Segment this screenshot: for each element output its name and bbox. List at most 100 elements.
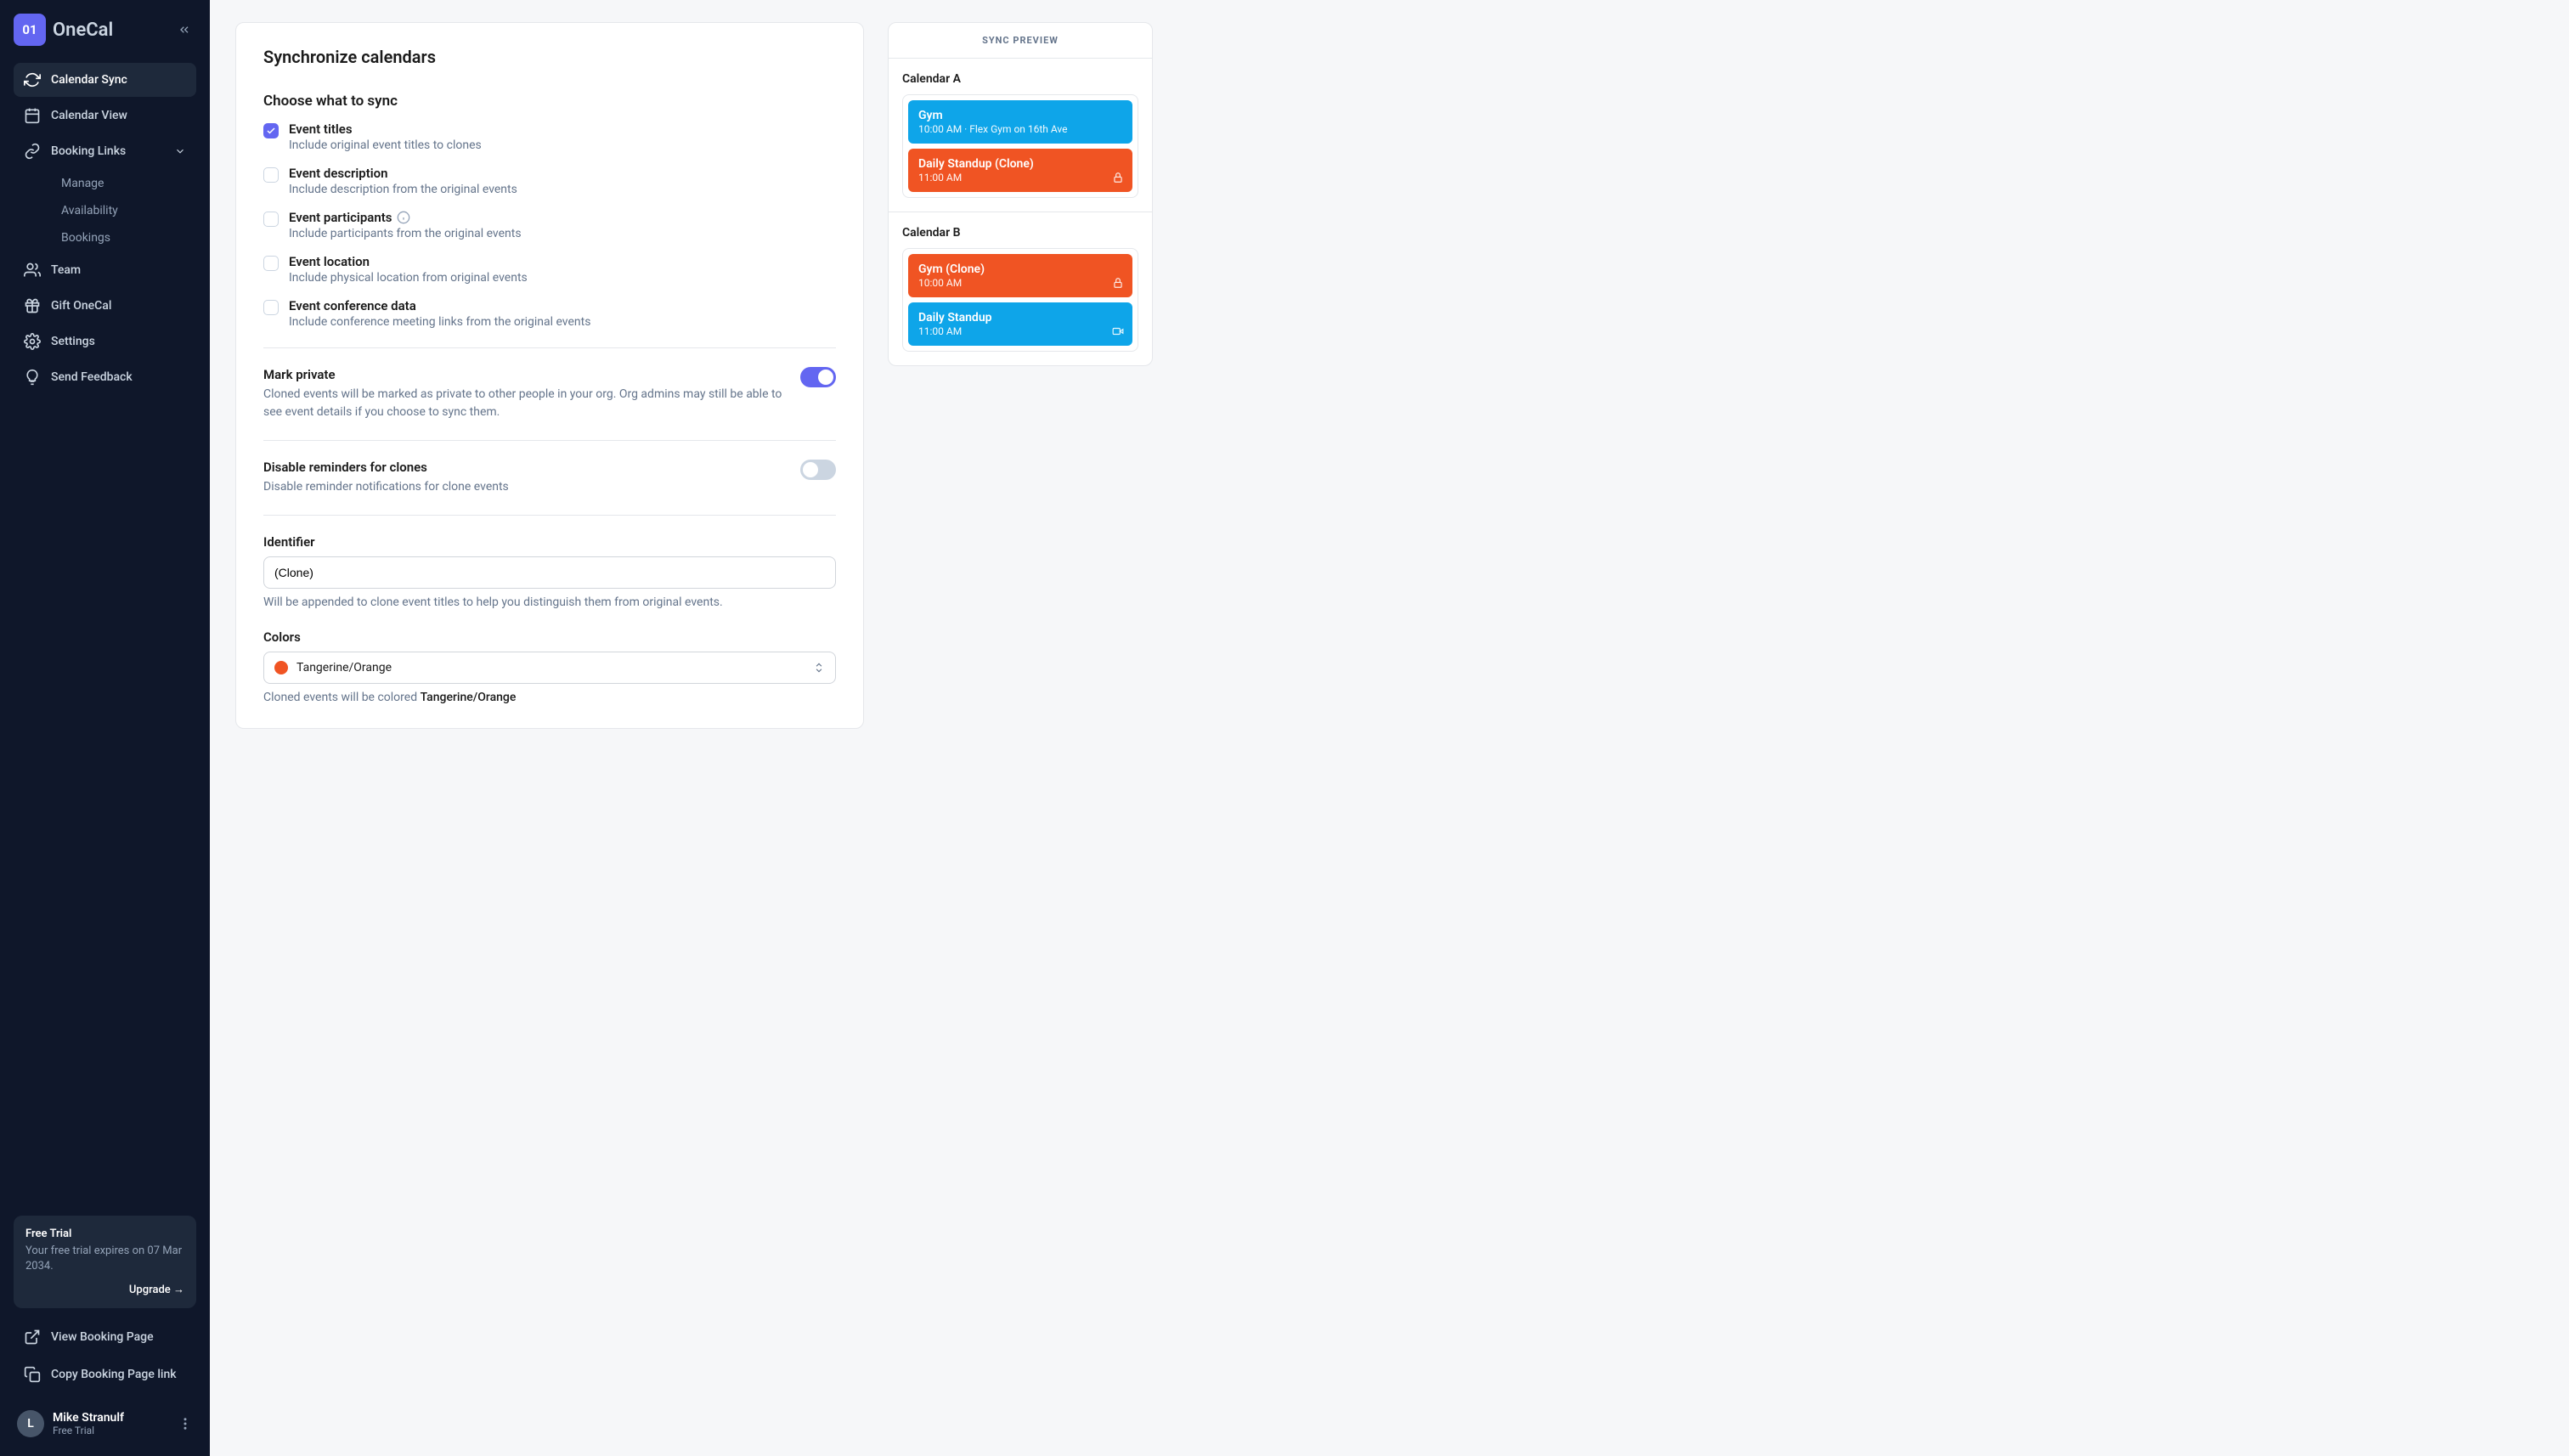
mark-private-row: Mark private Cloned events will be marke…: [263, 367, 836, 421]
trial-title: Free Trial: [25, 1227, 184, 1240]
mark-private-toggle[interactable]: [800, 367, 836, 387]
event-time: 10:00 AM: [918, 277, 1122, 289]
sync-option: Event titlesInclude original event title…: [263, 121, 836, 152]
preview-header: SYNC PREVIEW: [889, 23, 1152, 59]
disable-reminders-label: Disable reminders for clones: [263, 460, 787, 475]
sync-option: Event conference data Include conference …: [263, 298, 836, 329]
sidebar-item-availability[interactable]: Availability: [51, 197, 196, 224]
lock-icon: [1112, 277, 1124, 289]
sync-icon: [24, 71, 41, 88]
chevron-up-down-icon: [813, 662, 825, 674]
option-label: Event location: [289, 254, 528, 269]
view-booking-page-link[interactable]: View Booking Page: [14, 1320, 196, 1354]
sync-option: Event participants Include participants f…: [263, 210, 836, 240]
sidebar-item-booking-links[interactable]: Booking Links: [14, 134, 196, 168]
calendar-icon: [24, 107, 41, 124]
info-icon[interactable]: [397, 211, 410, 224]
sidebar-item-feedback[interactable]: Send Feedback: [14, 360, 196, 394]
divider: [263, 347, 836, 348]
checkbox-event-location[interactable]: [263, 256, 279, 271]
disable-reminders-row: Disable reminders for clones Disable rem…: [263, 460, 836, 496]
upgrade-link[interactable]: Upgrade →: [25, 1283, 184, 1296]
sidebar-item-label: Team: [51, 263, 81, 277]
colors-select[interactable]: Tangerine/Orange: [263, 652, 836, 684]
sidebar-item-bookings[interactable]: Bookings: [51, 224, 196, 251]
event-card: Gym (Clone)10:00 AM: [908, 254, 1132, 297]
option-label: Event titles: [289, 121, 482, 137]
option-desc: Include physical location from original …: [289, 271, 528, 285]
sidebar: 01 OneCal Calendar Sync Calendar View: [0, 0, 210, 1456]
trial-box: Free Trial Your free trial expires on 07…: [14, 1216, 196, 1308]
checkbox-event-conference-data[interactable]: [263, 300, 279, 315]
main: Synchronize calendars Choose what to syn…: [210, 0, 2569, 1456]
lightbulb-icon: [24, 369, 41, 386]
copy-booking-page-link[interactable]: Copy Booking Page link: [14, 1357, 196, 1391]
user-menu-button[interactable]: [178, 1416, 193, 1431]
sidebar-item-team[interactable]: Team: [14, 253, 196, 287]
checkbox-event-participants[interactable]: [263, 212, 279, 227]
logo-row: 01 OneCal: [14, 14, 196, 46]
colors-help: Cloned events will be colored Tangerine/…: [263, 691, 836, 704]
identifier-help: Will be appended to clone event titles t…: [263, 595, 836, 609]
checkbox-event-titles[interactable]: [263, 123, 279, 138]
copy-icon: [24, 1366, 41, 1383]
sidebar-item-label: Bookings: [61, 231, 110, 245]
preview-card: SYNC PREVIEW Calendar AGym10:00 AM · Fle…: [888, 22, 1153, 366]
event-card: Daily Standup (Clone)11:00 AM: [908, 149, 1132, 192]
event-time: 11:00 AM: [918, 172, 1122, 183]
user-row: L Mike Stranulf Free Trial: [14, 1405, 196, 1442]
collapse-sidebar-button[interactable]: [172, 18, 196, 42]
users-icon: [24, 262, 41, 279]
page-title: Synchronize calendars: [263, 47, 836, 67]
mark-private-label: Mark private: [263, 367, 787, 382]
disable-reminders-toggle[interactable]: [800, 460, 836, 480]
sidebar-item-settings[interactable]: Settings: [14, 324, 196, 358]
option-label: Event description: [289, 166, 517, 181]
link-icon: [24, 143, 41, 160]
sidebar-item-label: Booking Links: [51, 144, 126, 158]
calendar-label: Calendar A: [902, 72, 1138, 86]
calendar-label: Calendar B: [902, 226, 1138, 240]
footer-link-label: Copy Booking Page link: [51, 1368, 177, 1381]
event-card: Daily Standup11:00 AM: [908, 302, 1132, 346]
sidebar-item-label: Calendar View: [51, 109, 127, 122]
calendar-section: Calendar B Gym (Clone)10:00 AM Daily Stand…: [889, 212, 1152, 365]
identifier-label: Identifier: [263, 534, 836, 550]
option-label: Event participants: [289, 210, 522, 225]
divider: [263, 515, 836, 516]
sidebar-item-label: Send Feedback: [51, 370, 133, 384]
logo-text: OneCal: [53, 20, 113, 41]
sidebar-item-calendar-view[interactable]: Calendar View: [14, 99, 196, 133]
sidebar-item-label: Calendar Sync: [51, 73, 127, 87]
chevron-double-left-icon: [178, 23, 191, 37]
mark-private-desc: Cloned events will be marked as private …: [263, 386, 787, 421]
option-desc: Include description from the original ev…: [289, 183, 517, 196]
booking-links-submenu: Manage Availability Bookings: [14, 170, 196, 251]
logo-badge: 01: [14, 14, 46, 46]
event-list: Gym (Clone)10:00 AM Daily Standup11:00 AM: [902, 248, 1138, 352]
event-time: 11:00 AM: [918, 325, 1122, 337]
sidebar-item-label: Availability: [61, 204, 118, 217]
option-desc: Include participants from the original e…: [289, 227, 522, 240]
user-plan: Free Trial: [53, 1425, 124, 1436]
checkbox-event-description[interactable]: [263, 167, 279, 183]
disable-reminders-desc: Disable reminder notifications for clone…: [263, 478, 787, 496]
video-icon: [1112, 325, 1124, 337]
divider: [263, 440, 836, 441]
sync-option: Event location Include physical location …: [263, 254, 836, 285]
chevron-down-icon: [174, 145, 186, 157]
sidebar-item-manage[interactable]: Manage: [51, 170, 196, 197]
identifier-input[interactable]: [263, 556, 836, 589]
colors-help-value: Tangerine/Orange: [421, 691, 517, 704]
sidebar-item-label: Gift OneCal: [51, 299, 111, 313]
user-name: Mike Stranulf: [53, 1411, 124, 1425]
colors-help-prefix: Cloned events will be colored: [263, 691, 421, 704]
option-desc: Include conference meeting links from th…: [289, 315, 590, 329]
user-info: Mike Stranulf Free Trial: [53, 1411, 124, 1436]
colors-label: Colors: [263, 629, 836, 645]
sidebar-item-gift[interactable]: Gift OneCal: [14, 289, 196, 323]
option-label: Event conference data: [289, 298, 590, 313]
sidebar-item-calendar-sync[interactable]: Calendar Sync: [14, 63, 196, 97]
nav: Calendar Sync Calendar View Booking Link…: [14, 63, 196, 394]
sync-options: Event titlesInclude original event title…: [263, 121, 836, 329]
